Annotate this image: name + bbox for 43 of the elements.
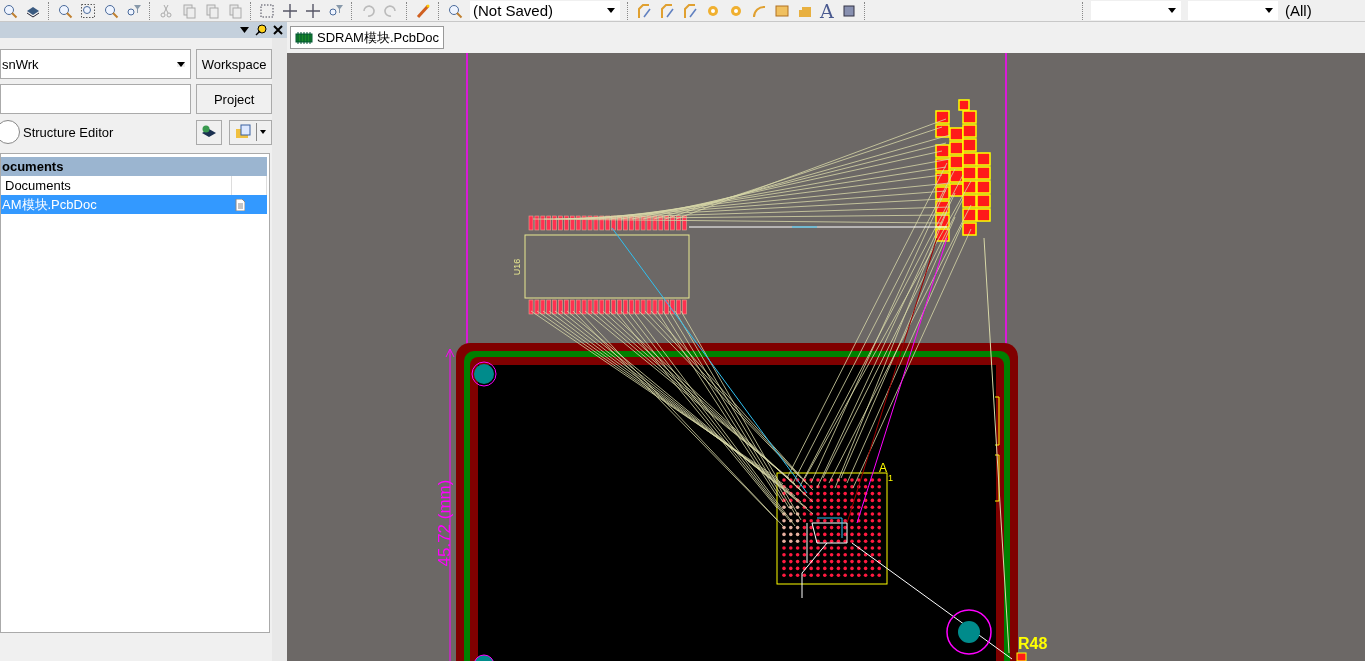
zoom-selection-icon[interactable] (103, 2, 119, 19)
dimension-label: 45.72 (mm) (435, 479, 454, 567)
zoom-area-icon[interactable] (80, 2, 96, 19)
dropdown-icon[interactable] (240, 27, 249, 33)
tree-header: ocuments (1, 157, 267, 176)
pin-label: A (879, 461, 887, 475)
workspace-button[interactable]: Workspace (196, 49, 272, 79)
structure-editor-label: Structure Editor (23, 124, 114, 140)
document-state-dropdown[interactable]: (Not Saved) (470, 1, 620, 20)
document-icon (235, 198, 245, 211)
fill-icon[interactable] (774, 2, 790, 19)
undo-icon[interactable] (360, 2, 376, 19)
cut-icon[interactable] (158, 2, 174, 19)
circuit-board-icon (295, 31, 313, 44)
route-icon[interactable] (636, 2, 652, 19)
pencil-icon[interactable] (415, 2, 431, 19)
redo-icon[interactable] (383, 2, 399, 19)
component-icon[interactable] (840, 2, 857, 19)
pin-icon[interactable] (255, 24, 267, 36)
compile-button[interactable] (196, 119, 222, 145)
pin-label: 1 (888, 473, 893, 483)
layers-icon (200, 124, 218, 140)
copy-icon[interactable] (181, 2, 197, 19)
designator-label: U16 (512, 258, 522, 276)
close-icon[interactable] (273, 25, 283, 35)
workspace-dropdown[interactable]: snWrk (0, 49, 192, 79)
designator-label: R48 (1018, 635, 1048, 652)
project-button[interactable]: Project (196, 84, 272, 114)
project-field[interactable] (0, 84, 192, 114)
paste-icon[interactable] (204, 2, 220, 19)
filter-icon[interactable] (126, 2, 142, 19)
paste-special-icon[interactable] (227, 2, 243, 19)
move-icon[interactable] (282, 2, 298, 19)
caret-icon (260, 130, 266, 134)
radio-button[interactable] (0, 120, 20, 144)
zoom-icon[interactable] (57, 2, 73, 19)
project-options-button[interactable] (229, 119, 272, 145)
magnifier-icon[interactable] (2, 2, 18, 19)
text-tool-icon[interactable]: A (820, 0, 834, 21)
filter-dropdown[interactable]: (All) (1285, 2, 1365, 19)
selection-rectangle-icon[interactable] (259, 2, 275, 19)
document-tab[interactable]: SDRAM模块.PcbDoc (290, 26, 445, 49)
document-folder-icon (235, 124, 253, 140)
